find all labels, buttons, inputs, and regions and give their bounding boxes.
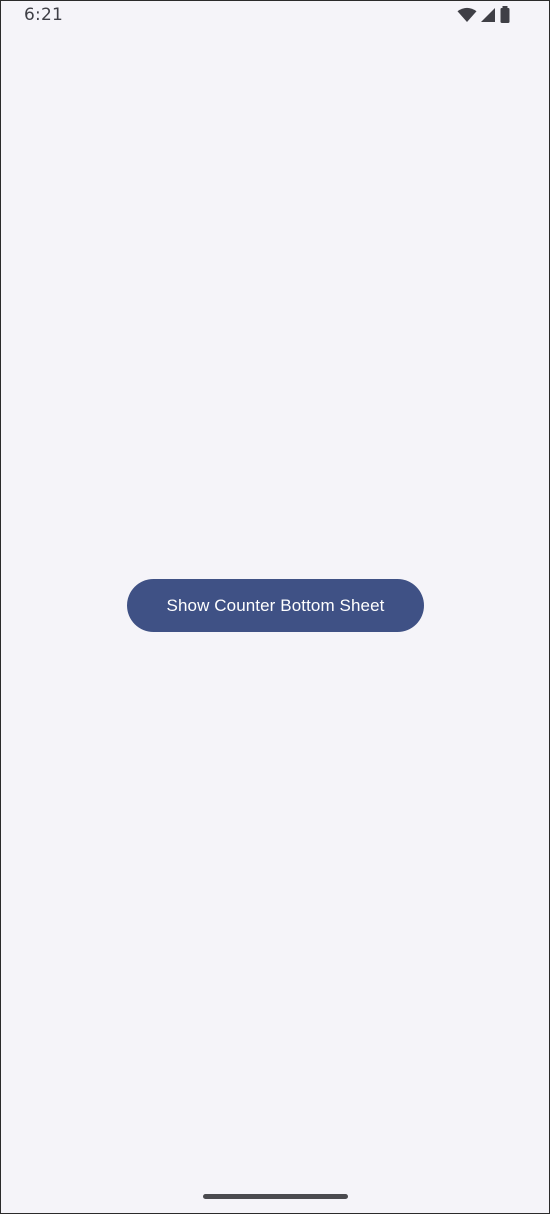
app-screen: 6:21 Show Counter Bottom Sheet (0, 0, 550, 1214)
status-time: 6:21 (24, 5, 63, 25)
wifi-icon (457, 7, 477, 23)
status-bar: 6:21 (1, 1, 549, 31)
show-counter-bottom-sheet-button[interactable]: Show Counter Bottom Sheet (127, 579, 424, 632)
cellular-signal-icon (480, 7, 496, 23)
battery-icon (499, 6, 511, 24)
gesture-navigation-bar[interactable] (203, 1194, 348, 1199)
status-icons (457, 6, 511, 24)
